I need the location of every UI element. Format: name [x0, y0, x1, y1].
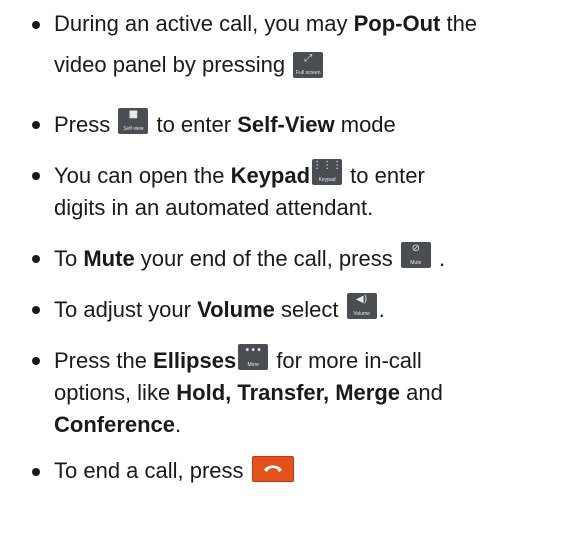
- hang-up-icon: [263, 465, 282, 472]
- item-text: Press: [54, 112, 117, 137]
- button-caption: More: [247, 362, 259, 368]
- item-text: to enter: [344, 163, 425, 188]
- more-icon: •••: [244, 345, 263, 356]
- button-caption: Volume: [353, 311, 370, 317]
- item-text: To end a call, press: [54, 458, 250, 483]
- self-view-label: Self-View: [237, 112, 335, 137]
- button-caption: Keypad: [318, 177, 336, 183]
- camera-icon: ■: [128, 109, 139, 120]
- item-text: To adjust your: [54, 297, 198, 322]
- item-text: .: [432, 246, 446, 271]
- ellipses-label: Ellipses: [153, 348, 237, 373]
- mute-button[interactable]: ⊘ Mute: [400, 242, 431, 268]
- button-caption: Mute: [410, 260, 422, 266]
- keypad-icon: ⋮⋮⋮: [312, 160, 343, 171]
- item-text: You can open the: [54, 163, 231, 188]
- speaker-icon: ◀): [355, 294, 368, 305]
- keypad-button[interactable]: ⋮⋮⋮ Keypad: [312, 159, 343, 185]
- item-text: .: [175, 412, 182, 437]
- list-item-self-view: Press ■ Self-view to enter Self-View mode: [26, 108, 573, 141]
- instruction-list: During an active call, you may Pop-Out t…: [0, 0, 581, 487]
- item-text: to enter: [150, 112, 238, 137]
- item-text: your end of the call, press: [134, 246, 399, 271]
- expand-icon: ⤢: [304, 53, 313, 64]
- item-text: To: [54, 246, 84, 271]
- self-view-button[interactable]: ■ Self-view: [118, 108, 149, 134]
- list-item-ellipses: Press the Ellipses ••• More for more in-ca…: [26, 344, 573, 441]
- popout-label: Pop-Out: [353, 11, 441, 36]
- button-caption: Full screen: [296, 70, 321, 76]
- list-item-volume: To adjust your Volume select ◀) Volume.: [26, 293, 573, 326]
- keypad-label: Keypad: [230, 163, 311, 188]
- item-text: mode: [334, 112, 396, 137]
- list-item-popout: During an active call, you may Pop-Out t…: [26, 8, 573, 90]
- more-button[interactable]: ••• More: [238, 344, 269, 370]
- button-caption: Self-view: [123, 126, 144, 132]
- mute-label: Mute: [83, 246, 135, 271]
- item-text: Press the: [54, 348, 154, 373]
- options-label: Hold, Transfer, Merge: [176, 380, 401, 405]
- mic-off-icon: ⊘: [411, 243, 421, 254]
- end-call-button[interactable]: [251, 456, 294, 482]
- item-text: During an active call, you may: [54, 11, 354, 36]
- item-line: video panel by pressing ⤢ Full screen: [54, 40, 573, 90]
- item-text: digits in an automated attendant.: [54, 195, 374, 220]
- item-text: for more in-call: [270, 348, 422, 373]
- item-text: options, like: [54, 380, 177, 405]
- volume-label: Volume: [197, 297, 275, 322]
- item-text: .: [378, 297, 385, 322]
- list-item-keypad: You can open the Keypad ⋮⋮⋮ Keypad to ente…: [26, 159, 573, 224]
- full-screen-button[interactable]: ⤢ Full screen: [293, 52, 324, 78]
- list-item-mute: To Mute your end of the call, press ⊘ Mut…: [26, 242, 573, 275]
- item-text: the: [440, 11, 478, 36]
- item-text: and: [400, 380, 443, 405]
- list-item-end-call: To end a call, press: [26, 455, 573, 487]
- volume-button[interactable]: ◀) Volume: [346, 293, 377, 319]
- item-text: select: [274, 297, 345, 322]
- item-text: video panel by pressing: [54, 52, 292, 77]
- conference-label: Conference: [54, 412, 176, 437]
